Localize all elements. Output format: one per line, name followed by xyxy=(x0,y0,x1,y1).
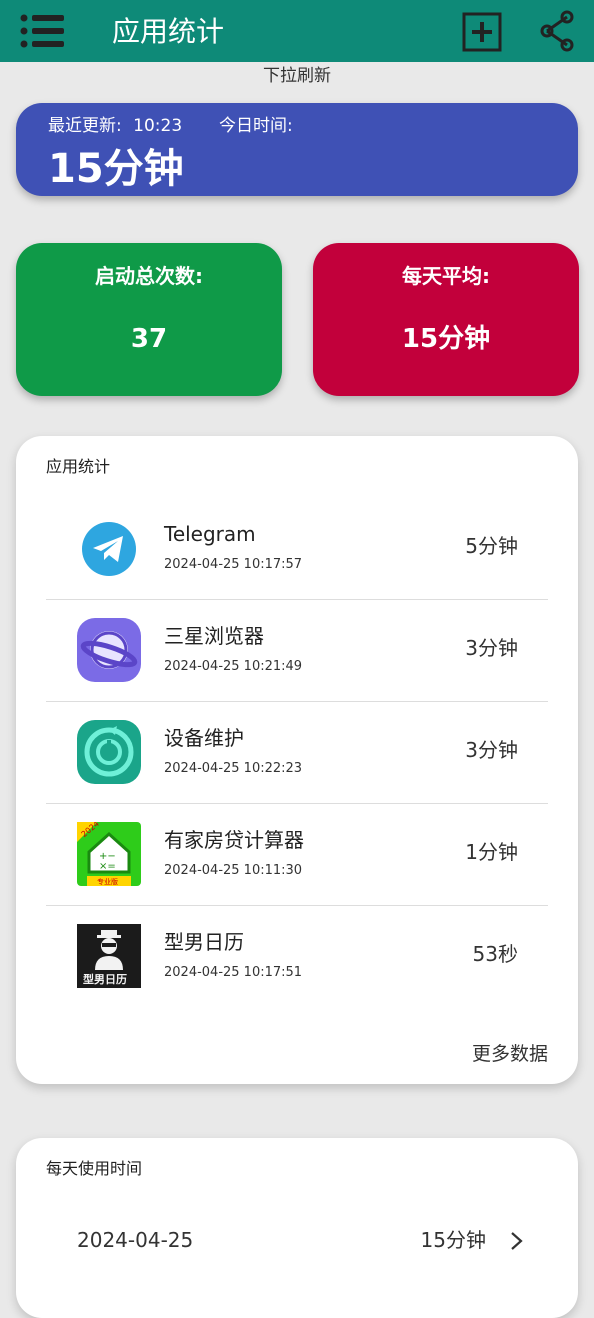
app-duration: 53秒 xyxy=(472,942,518,966)
app-name: 三星浏览器 xyxy=(164,624,264,648)
app-row-calendar[interactable]: 型男日历 型男日历 2024-04-25 10:17:51 53秒 xyxy=(46,906,548,1008)
daily-usage-card: 每天使用时间 2024-04-25 15分钟 xyxy=(16,1138,578,1318)
page-title: 应用统计 xyxy=(112,15,225,48)
daily-average-card: 每天平均: 15分钟 xyxy=(313,243,579,396)
app-bar: 应用统计 xyxy=(0,0,594,62)
app-stats-card: 应用统计 Telegram 2024-04-25 10:17:57 5分钟 三星… xyxy=(16,436,578,1084)
mortgage-ribbon-text: 专业版 xyxy=(97,877,118,886)
calendar-icon-text: 型男日历 xyxy=(83,972,127,986)
app-last-used: 2024-04-25 10:17:51 xyxy=(164,965,303,980)
mortgage-calculator-icon: 2024 +− ×= 专业版 xyxy=(77,822,141,886)
summary-info-line: 最近更新: 10:23 今日时间: xyxy=(48,115,299,137)
app-name: Telegram xyxy=(164,522,256,546)
launch-count-label: 启动总次数: xyxy=(95,264,203,288)
app-row-device-care[interactable]: 设备维护 2024-04-25 10:22:23 3分钟 xyxy=(46,702,548,804)
app-name: 有家房贷计算器 xyxy=(164,828,304,852)
today-time-value: 15分钟 xyxy=(48,146,184,192)
app-last-used: 2024-04-25 10:22:23 xyxy=(164,761,303,776)
telegram-icon xyxy=(82,522,136,576)
summary-card: 最近更新: 10:23 今日时间: 15分钟 xyxy=(16,103,578,196)
more-data-link[interactable]: 更多数据 xyxy=(472,1040,548,1068)
app-duration: 3分钟 xyxy=(465,636,518,660)
daily-average-value: 15分钟 xyxy=(401,324,491,354)
app-row-telegram[interactable]: Telegram 2024-04-25 10:17:57 5分钟 xyxy=(46,498,548,600)
app-name: 型男日历 xyxy=(164,930,244,954)
samsung-browser-icon xyxy=(77,618,141,682)
daily-usage-date: 2024-04-25 xyxy=(77,1228,194,1252)
app-duration: 1分钟 xyxy=(465,840,518,864)
add-box-icon[interactable] xyxy=(462,12,502,52)
today-time-label: 今日时间: xyxy=(218,116,293,136)
last-update-label: 最近更新: xyxy=(48,116,122,136)
app-duration: 3分钟 xyxy=(465,738,518,762)
app-last-used: 2024-04-25 10:11:30 xyxy=(164,863,303,878)
daily-usage-duration: 15分钟 xyxy=(420,1228,486,1252)
daily-average-label: 每天平均: xyxy=(402,264,490,288)
launch-count-value: 37 xyxy=(130,324,168,354)
device-care-icon xyxy=(77,720,141,784)
menu-icon[interactable] xyxy=(20,14,66,48)
chevron-right-icon xyxy=(511,1232,523,1250)
app-duration: 5分钟 xyxy=(465,534,518,558)
app-last-used: 2024-04-25 10:21:49 xyxy=(164,659,303,674)
pull-to-refresh-hint: 下拉刷新 xyxy=(263,66,331,86)
daily-usage-row[interactable]: 2024-04-25 15分钟 xyxy=(16,1218,578,1266)
app-name: 设备维护 xyxy=(164,726,244,750)
app-row-mortgage-calculator[interactable]: 2024 +− ×= 专业版 有家房贷计算器 2024-04-25 10:11:… xyxy=(46,804,548,906)
daily-usage-header: 每天使用时间 xyxy=(46,1159,143,1178)
share-icon[interactable] xyxy=(540,10,574,52)
svg-text:×=: ×= xyxy=(99,861,116,872)
launch-count-card: 启动总次数: 37 xyxy=(16,243,282,396)
calendar-app-icon: 型男日历 xyxy=(77,924,141,988)
app-stats-header: 应用统计 xyxy=(46,457,111,476)
app-last-used: 2024-04-25 10:17:57 xyxy=(164,557,303,572)
app-row-samsung-browser[interactable]: 三星浏览器 2024-04-25 10:21:49 3分钟 xyxy=(46,600,548,702)
last-update-value: 10:23 xyxy=(133,116,183,136)
